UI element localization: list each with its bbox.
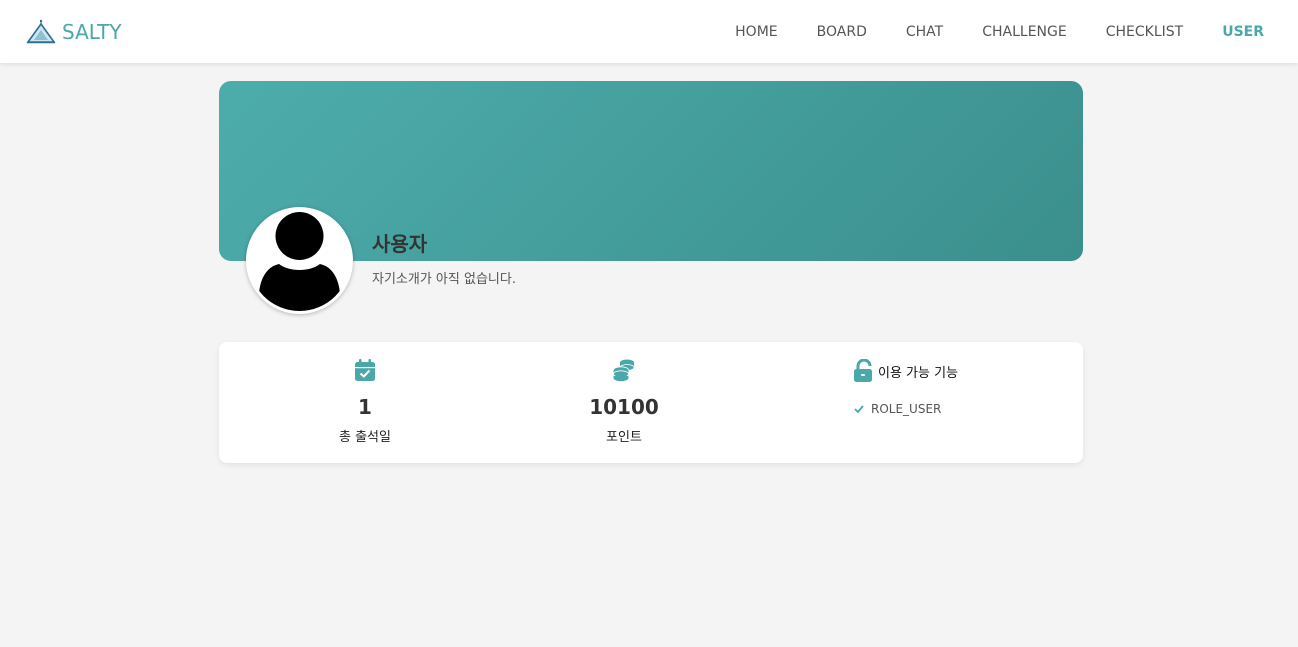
brand-link[interactable]: SALTY <box>26 17 122 47</box>
calendar-check-icon <box>355 359 375 381</box>
profile-name: 사용자 <box>372 232 428 256</box>
coins-icon <box>613 359 635 382</box>
unlock-icon <box>854 359 872 382</box>
avatar <box>246 207 353 314</box>
features-header: 이용 가능 기능 <box>853 358 1073 384</box>
nav-challenge[interactable]: CHALLENGE <box>982 24 1067 40</box>
feature-item: ROLE_USER <box>853 402 941 416</box>
nav-chat[interactable]: CHAT <box>906 24 943 40</box>
features-title: 이용 가능 기능 <box>878 365 959 381</box>
stats-card: 1 총 출석일 10100 포인트 이용 가능 기능 ROLE_USER <box>219 342 1083 463</box>
profile-bio: 자기소개가 아직 없습니다. <box>372 272 516 287</box>
nav-checklist[interactable]: CHECKLIST <box>1106 24 1183 40</box>
salt-pile-logo-icon <box>26 19 56 44</box>
nav-menu: HOME BOARD CHAT CHALLENGE CHECKLIST USER <box>696 0 1264 63</box>
nav-board[interactable]: BOARD <box>817 24 867 40</box>
available-features: 이용 가능 기능 ROLE_USER <box>853 358 1073 448</box>
attendance-label: 총 출석일 <box>339 430 391 445</box>
navbar: SALTY HOME BOARD CHAT CHALLENGE CHECKLIS… <box>0 0 1298 63</box>
feature-label: ROLE_USER <box>871 402 942 416</box>
points-value: 10100 <box>589 395 659 419</box>
points-label: 포인트 <box>606 430 642 445</box>
user-silhouette-icon <box>258 212 341 311</box>
profile-banner <box>219 81 1083 261</box>
check-icon <box>854 405 864 414</box>
nav-user[interactable]: USER <box>1222 24 1264 40</box>
nav-home[interactable]: HOME <box>735 24 777 40</box>
brand-name: SALTY <box>62 20 122 44</box>
attendance-value: 1 <box>358 395 372 419</box>
